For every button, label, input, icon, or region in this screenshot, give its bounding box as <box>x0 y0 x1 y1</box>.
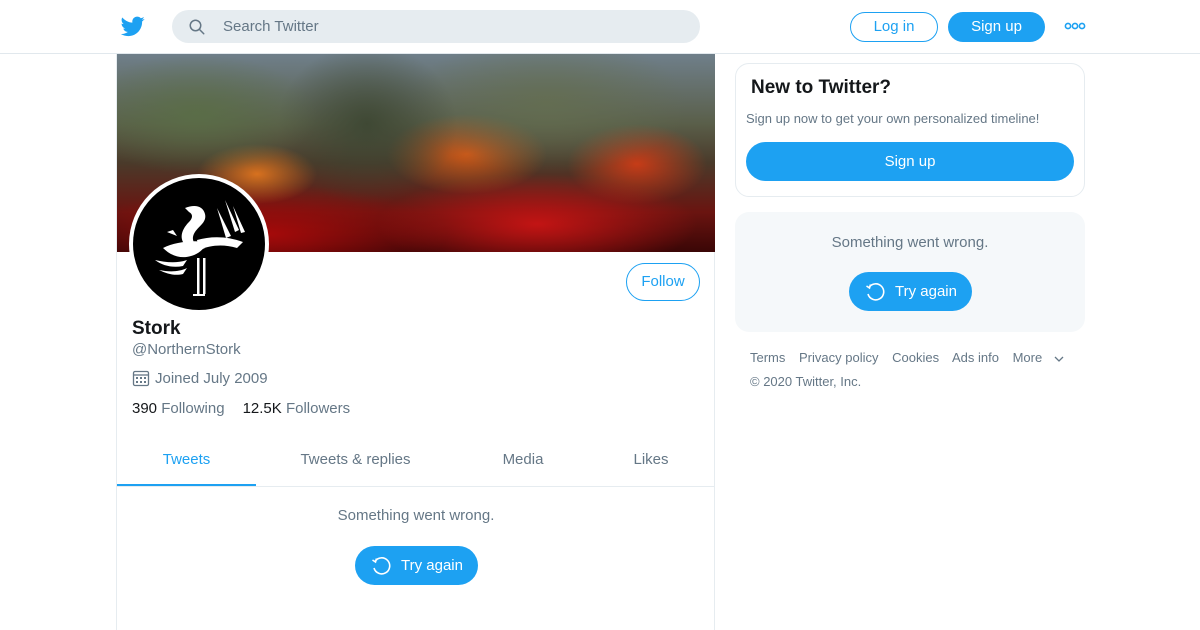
login-button[interactable]: Log in <box>850 12 938 42</box>
follow-button[interactable]: Follow <box>626 263 700 301</box>
following-label: Following <box>161 400 225 417</box>
sidebar-try-again-label: Try again <box>895 283 957 300</box>
followers-count: 12.5K <box>242 400 282 417</box>
new-to-twitter-card: New to Twitter? Sign up now to get your … <box>735 63 1085 197</box>
profile-tabs: Tweets Tweets & replies Media Likes <box>117 438 715 487</box>
sidebar-signup-button[interactable]: Sign up <box>746 142 1074 181</box>
followers-label: Followers <box>285 400 351 417</box>
join-date-text: Joined July 2009 <box>155 370 268 387</box>
copyright-text: © 2020 Twitter, Inc. <box>750 374 862 389</box>
search-input[interactable]: Search Twitter <box>223 18 319 36</box>
tab-media[interactable]: Media <box>483 438 563 486</box>
profile-stats: 390 Following 12.5K Followers <box>132 400 350 417</box>
footer-link-terms[interactable]: Terms <box>750 350 785 365</box>
timeline-error-message: Something went wrong. <box>337 507 495 524</box>
followers-link[interactable]: 12.5K Followers <box>243 400 351 417</box>
profile-handle: @NorthernStork <box>132 341 241 358</box>
tab-likes[interactable]: Likes <box>615 438 687 486</box>
following-count: 390 <box>132 400 158 417</box>
twitter-bird-icon[interactable] <box>120 14 146 38</box>
chevron-down-icon <box>1054 356 1064 362</box>
footer: Terms Privacy policy Cookies Ads info Mo… <box>750 350 1074 389</box>
refresh-icon <box>372 557 391 575</box>
top-navigation-bar: Search Twitter Log in Sign up <box>0 0 1200 54</box>
calendar-icon <box>132 370 150 387</box>
sidebar-error-message: Something went wrong. <box>831 234 989 251</box>
join-date: Joined July 2009 <box>132 369 268 387</box>
tab-tweets-and-replies[interactable]: Tweets & replies <box>283 438 428 486</box>
footer-more-label: More <box>1012 350 1043 365</box>
sidebar-try-again-button[interactable]: Try again <box>849 272 972 311</box>
footer-link-privacy[interactable]: Privacy policy <box>799 350 878 365</box>
try-again-label: Try again <box>401 557 463 574</box>
footer-link-more[interactable]: More <box>1013 350 1065 365</box>
tab-tweets[interactable]: Tweets <box>117 438 256 486</box>
more-dots-icon[interactable] <box>1064 20 1086 32</box>
footer-link-cookies[interactable]: Cookies <box>892 350 939 365</box>
refresh-icon <box>866 283 885 301</box>
new-to-twitter-subtitle: Sign up now to get your own personalized… <box>746 111 1040 126</box>
try-again-button[interactable]: Try again <box>355 546 478 585</box>
profile-column: Follow Stork @NorthernStork Joined July … <box>116 54 715 630</box>
stork-logo-image <box>155 200 245 296</box>
search-icon <box>189 19 205 35</box>
profile-name: Stork <box>132 318 181 339</box>
following-link[interactable]: 390 Following <box>132 400 225 417</box>
sidebar-error-panel: Something went wrong. Try again <box>735 212 1085 332</box>
search-bar[interactable]: Search Twitter <box>172 10 700 43</box>
footer-link-ads-info[interactable]: Ads info <box>952 350 999 365</box>
new-to-twitter-title: New to Twitter? <box>751 77 892 98</box>
signup-button[interactable]: Sign up <box>948 12 1045 42</box>
avatar[interactable] <box>129 174 269 314</box>
